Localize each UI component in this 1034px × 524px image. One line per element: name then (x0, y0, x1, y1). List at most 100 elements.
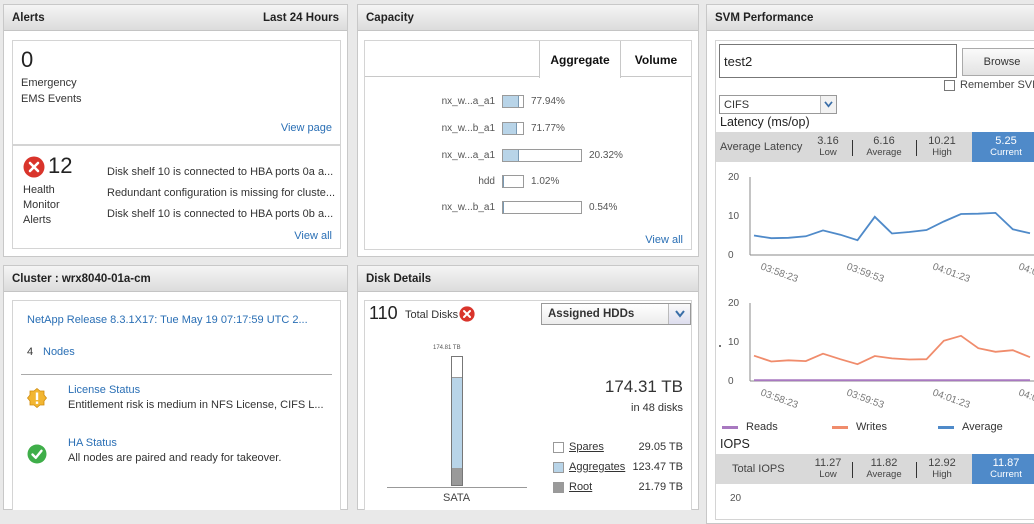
chevron-down-icon (824, 101, 833, 108)
ems-count: 0 (21, 47, 34, 72)
disk-bar-spares (452, 357, 462, 379)
legend-swatch (938, 425, 954, 429)
total-capacity: 174.31 TB (604, 377, 683, 396)
legend-swatch (553, 462, 564, 473)
iops-low: 11.27 Low (810, 457, 846, 481)
health-label-3: Alerts (23, 214, 52, 226)
capacity-row-fill (503, 202, 504, 213)
alerts-time-range: Last 24 Hours (262, 12, 339, 24)
alert-message-2[interactable]: Redundant configuration is missing for c… (107, 187, 335, 199)
error-icon (459, 306, 475, 322)
capacity-row-fill (503, 150, 519, 161)
disk-legend-link[interactable]: Root (569, 481, 592, 493)
check-icon (27, 444, 47, 464)
capacity-row-percent: 0.54% (589, 202, 618, 213)
latency-current-label: Current (990, 147, 1022, 158)
ha-status-link[interactable]: HA Status (68, 437, 117, 449)
capacity-row-percent: 77.94% (531, 96, 565, 107)
disk-count-text: in 48 disks (631, 402, 683, 414)
iops-high: 12.92 High (924, 457, 960, 481)
disk-legend-link[interactable]: Spares (569, 441, 604, 453)
iops-high-value: 12.92 (928, 457, 956, 469)
x-tick-label: 03:58:23 (759, 261, 800, 285)
separator (916, 140, 917, 156)
ha-status-text: All nodes are paired and ready for takeo… (68, 452, 282, 464)
svm-name-input[interactable]: test2 (719, 44, 957, 78)
disk-legend-link[interactable]: Aggregates (569, 461, 625, 473)
legend-swatch (832, 425, 848, 429)
y-tick-label: 20 (728, 298, 740, 309)
capacity-row-percent: 71.77% (531, 123, 565, 134)
protocol-select[interactable]: CIFS (719, 95, 837, 114)
capacity-view-all-link[interactable]: View all (645, 234, 683, 246)
iops-title: IOPS (720, 437, 750, 451)
alert-message-1[interactable]: Disk shelf 10 is connected to HBA ports … (107, 166, 333, 178)
capacity-title: Capacity (366, 12, 414, 24)
view-page-link[interactable]: View page (281, 122, 332, 134)
capacity-row-bar[interactable] (502, 149, 582, 162)
ems-box: 0 Emergency EMS Events View page (12, 40, 341, 145)
alert-message-3[interactable]: Disk shelf 10 is connected to HBA ports … (107, 208, 333, 220)
nodes-count: 4 (27, 346, 34, 358)
cluster-panel: Cluster : wrx8040-01a-cm NetApp Release … (3, 265, 348, 510)
tab-volume[interactable]: Volume (621, 41, 691, 77)
capacity-row-fill (503, 96, 519, 107)
remember-svm-label: Remember SVM (960, 79, 1034, 91)
iops-stats-label: Total IOPS (732, 463, 785, 475)
latency-avg: 6.16 Average (859, 135, 909, 159)
disk-type-select[interactable]: Assigned HDDs (541, 303, 691, 325)
y-tick-label: 10 (728, 337, 740, 348)
latency-title: Latency (ms/op) (720, 115, 810, 129)
health-count: 12 (48, 153, 73, 178)
alerts-panel: Alerts Last 24 Hours 0 Emergency EMS Eve… (3, 4, 348, 257)
latency-avg-value: 6.16 (873, 135, 895, 147)
iops-current-label: Current (990, 469, 1022, 480)
alerts-view-all-link[interactable]: View all (294, 230, 332, 242)
x-tick-label: 04:01:23 (931, 387, 972, 411)
iops-current-value: 11.87 (992, 457, 1020, 469)
disk-legend-value: 123.47 TB (632, 461, 683, 473)
capacity-row-bar[interactable] (502, 95, 524, 108)
iops-high-label: High (932, 469, 952, 480)
error-icon (23, 156, 45, 178)
disk-bar-top-label: 174.81 TB (433, 345, 461, 351)
svm-box: test2 Browse Remember SVM CIFS Latency (… (715, 40, 1034, 520)
legend-swatch (553, 442, 564, 453)
chevron-down-icon (674, 310, 685, 318)
capacity-row-bar[interactable] (502, 122, 524, 135)
capacity-row-label: hdd (478, 176, 495, 187)
license-status-link[interactable]: License Status (68, 384, 140, 396)
latency-stats-label: Average Latency (720, 141, 803, 153)
iops-stats-bar: Total IOPS 11.27 Low 11.82 Average 12.92 Hi… (716, 454, 1034, 484)
tab-aggregate[interactable]: Aggregate (539, 41, 621, 78)
latency-low-label: Low (819, 147, 837, 158)
remember-svm-checkbox[interactable] (944, 80, 955, 91)
capacity-row-bar[interactable] (502, 201, 582, 214)
separator (916, 462, 917, 478)
browse-button[interactable]: Browse (962, 48, 1034, 76)
latency-reads-writes-chart: 20 10 0 03:58:23 03:59:53 04:01:23 04:02:53 (719, 298, 1034, 411)
y-tick-label: 10 (728, 211, 740, 222)
svm-title: SVM Performance (715, 12, 814, 24)
capacity-row-label: nx_w...b_a1 (441, 202, 495, 213)
license-status-text: Entitlement risk is medium in NFS Licens… (68, 399, 324, 411)
iops-avg: 11.82 Average (859, 458, 909, 481)
release-link[interactable]: NetApp Release 8.3.1X17: Tue May 19 07:1… (27, 314, 308, 326)
latency-current: 5.25 Current (972, 132, 1034, 162)
capacity-row-label: nx_w...a_a1 (441, 96, 495, 107)
disk-bar-aggregates (452, 378, 462, 469)
disk-bar-name: SATA (443, 492, 471, 504)
latency-high: 10.21 High (924, 136, 960, 159)
iops-low-value: 11.27 (814, 457, 842, 469)
x-tick-label: 03:58:23 (759, 387, 800, 411)
disk-legend-value: 21.79 TB (638, 481, 683, 493)
capacity-row-bar[interactable] (502, 175, 524, 188)
disk-stack-bar (451, 356, 463, 486)
legend-swatch (553, 482, 564, 493)
latency-high-label: High (932, 147, 952, 158)
legend-average: Average (938, 421, 1003, 433)
nodes-link[interactable]: Nodes (43, 346, 75, 358)
legend-writes: Writes (832, 421, 887, 433)
x-tick-label: 04:02:53 (1017, 387, 1034, 411)
capacity-panel: Capacity Aggregate Volume nx_w...a_a1 77.… (357, 4, 699, 257)
